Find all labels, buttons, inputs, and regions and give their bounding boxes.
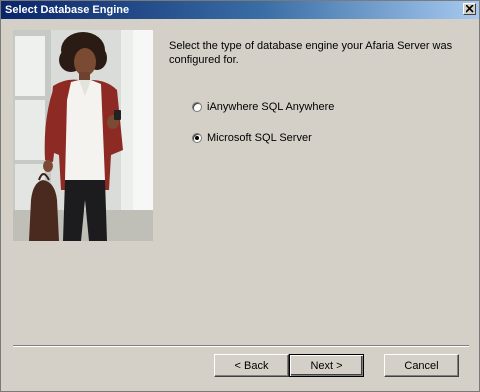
dialog-window: Select Database Engine Select the type o… [0, 0, 480, 392]
title-bar[interactable]: Select Database Engine [1, 1, 479, 19]
option-ianywhere-sql-anywhere[interactable]: iAnywhere SQL Anywhere [192, 100, 334, 114]
window-title: Select Database Engine [5, 4, 130, 16]
cancel-button[interactable]: Cancel [384, 354, 459, 377]
instruction-text: Select the type of database engine your … [169, 40, 453, 66]
option-microsoft-sql-server[interactable]: Microsoft SQL Server [192, 131, 312, 145]
close-button[interactable] [463, 3, 476, 15]
footer-separator [13, 345, 469, 347]
radio-button-selected[interactable] [192, 133, 202, 143]
woman-with-phone-photo [13, 30, 153, 241]
option-label: iAnywhere SQL Anywhere [207, 101, 335, 113]
radio-button-unselected[interactable] [192, 102, 202, 112]
radio-dot-icon [195, 136, 199, 140]
back-button[interactable]: < Back [214, 354, 289, 377]
option-label: Microsoft SQL Server [207, 132, 312, 144]
close-icon [466, 5, 474, 13]
next-button[interactable]: Next > [289, 354, 364, 377]
